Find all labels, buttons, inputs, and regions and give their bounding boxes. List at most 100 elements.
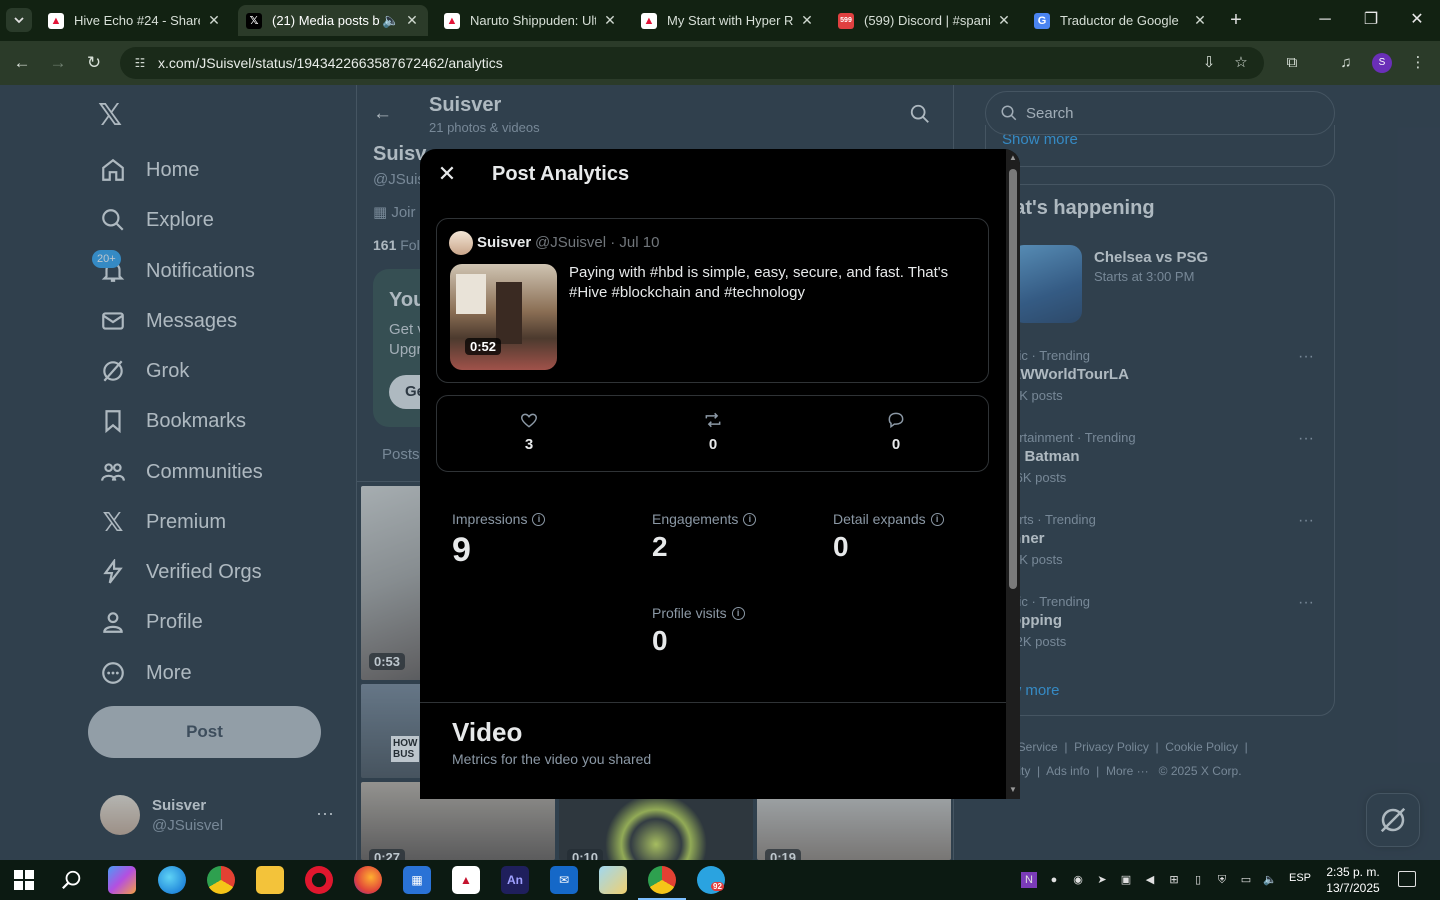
metric-value: 9	[452, 531, 471, 569]
opera-icon[interactable]	[305, 866, 333, 894]
translate-icon: G	[1034, 12, 1050, 29]
file-explorer-icon[interactable]	[256, 866, 284, 894]
outlook-icon[interactable]: ✉	[550, 866, 578, 894]
close-icon[interactable]: ✕	[436, 163, 458, 185]
tab-title: Traductor de Google	[1060, 13, 1179, 28]
close-tab-icon[interactable]: ✕	[1192, 12, 1208, 29]
modal-scrollbar[interactable]: ▲ ▼	[1006, 149, 1020, 799]
tray-app-icon[interactable]: ▣	[1118, 872, 1134, 888]
browser-tab[interactable]: G Traductor de Google ✕	[1026, 5, 1216, 36]
scrollbar-thumb[interactable]	[1009, 169, 1017, 589]
scroll-up-icon[interactable]: ▲	[1009, 153, 1017, 162]
install-app-icon[interactable]: ⇩	[1198, 52, 1220, 74]
info-icon[interactable]: i	[930, 512, 944, 526]
info-icon[interactable]: i	[743, 512, 757, 526]
restore-icon[interactable]: ❐	[1348, 8, 1394, 32]
tab-title: (599) Discord | #spanish	[864, 13, 990, 28]
browser-tab[interactable]: 599 (599) Discord | #spanish ✕	[830, 5, 1020, 36]
address-bar[interactable]: ☷ x.com/JSuisvel/status/1943422663587672…	[120, 47, 1264, 79]
x-icon: 𝕏	[246, 12, 262, 29]
metric-label: Impressions	[452, 511, 528, 527]
edge-icon[interactable]	[158, 866, 186, 894]
usb-icon[interactable]: ▯	[1190, 872, 1206, 888]
notification-center-icon[interactable]	[1398, 871, 1416, 887]
media-control-icon[interactable]: ♫	[1334, 51, 1358, 75]
close-tab-icon[interactable]: ✕	[404, 12, 420, 29]
reposts-count: 0	[708, 436, 718, 453]
reposts-stat: 0	[683, 410, 743, 453]
thumbnail-detail	[456, 274, 486, 314]
browser-tabbar: ▲ Hive Echo #24 - Share y ✕ 𝕏 (21) Media…	[0, 0, 1440, 41]
tray-app-icon[interactable]: ◉	[1070, 872, 1086, 888]
post-author: Suisver	[477, 234, 532, 251]
store-icon[interactable]: ▦	[403, 866, 431, 894]
browser-menu-icon[interactable]: ⋮	[1406, 51, 1430, 75]
info-icon[interactable]: i	[532, 512, 546, 526]
discord-icon: 599	[838, 12, 854, 29]
chrome-icon[interactable]	[207, 866, 235, 894]
telegram-badge: 92	[711, 882, 724, 891]
browser-profile-avatar[interactable]: S	[1372, 53, 1392, 73]
search-icon[interactable]	[58, 866, 86, 894]
system-clock[interactable]: 2:35 p. m. 13/7/2025	[1318, 864, 1388, 896]
input-language[interactable]: ESP	[1289, 872, 1311, 884]
video-section-subtitle: Metrics for the video you shared	[452, 751, 652, 767]
divider	[420, 702, 1006, 703]
browser-tab[interactable]: ▲ Hive Echo #24 - Share y ✕	[40, 5, 230, 36]
browser-tab[interactable]: ▲ My Start with Hyper Rai ✕	[633, 5, 823, 36]
copilot-icon[interactable]	[108, 866, 136, 894]
back-arrow-icon[interactable]: ←	[10, 51, 34, 75]
reply-icon	[888, 412, 904, 429]
forward-arrow-icon[interactable]: →	[46, 51, 70, 75]
network-icon[interactable]: ▭	[1238, 872, 1254, 888]
video-section-title: Video	[452, 717, 523, 747]
browser-tab-active[interactable]: 𝕏 (21) Media posts by 🔈 ✕	[238, 5, 428, 36]
paint-icon[interactable]	[599, 866, 627, 894]
engagement-stats: 3 0 0	[436, 395, 989, 472]
close-tab-icon[interactable]: ✕	[799, 12, 815, 29]
scroll-down-icon[interactable]: ▼	[1009, 785, 1017, 794]
post-text: Paying with #hbd is simple, easy, secure…	[569, 264, 949, 301]
chrome-active-icon[interactable]	[638, 866, 686, 900]
tray-app-icon[interactable]: ●	[1046, 872, 1062, 888]
extensions-icon[interactable]: ⧉	[1280, 51, 1304, 75]
speaker-icon[interactable]: 🔈	[382, 12, 399, 29]
info-icon[interactable]: i	[731, 606, 745, 620]
browser-tab[interactable]: ▲ Naruto Shippuden: Ultir ✕	[436, 5, 626, 36]
site-settings-icon[interactable]: ☷	[132, 55, 148, 71]
close-window-icon[interactable]: ✕	[1394, 8, 1440, 32]
windows-taskbar: ▦ ▲ An ✉ 92 N ● ◉ ➤ ▣ ◀ ⊞ ▯ ⛨ ▭ 🔈 ESP 2:…	[0, 860, 1440, 900]
tab-title: Hive Echo #24 - Share y	[74, 13, 200, 28]
security-icon[interactable]: ⛨	[1214, 872, 1230, 888]
url-text[interactable]: x.com/JSuisvel/status/194342266358767246…	[158, 55, 503, 71]
close-tab-icon[interactable]: ✕	[206, 12, 222, 29]
metric-impressions: Impressions i 9	[452, 511, 546, 570]
browser-toolbar: ← → ↻ ☷ x.com/JSuisvel/status/1943422663…	[0, 41, 1440, 85]
post-video-thumbnail[interactable]: 0:52	[450, 264, 557, 370]
metric-value: 0	[652, 625, 668, 656]
tray-app-icon[interactable]: ◀	[1142, 872, 1158, 888]
hive-icon[interactable]: ▲	[452, 866, 480, 894]
onenote-icon[interactable]: N	[1021, 872, 1037, 888]
clock-date: 13/7/2025	[1326, 881, 1380, 895]
avatar	[449, 231, 473, 255]
new-tab-plus-icon[interactable]: +	[1224, 8, 1248, 32]
animate-icon[interactable]: An	[501, 866, 529, 894]
tab-search-dropdown[interactable]	[6, 8, 32, 32]
telegram-tray-icon[interactable]: ➤	[1094, 872, 1110, 888]
replies-stat: 0	[866, 410, 926, 453]
telegram-icon[interactable]: 92	[697, 866, 725, 894]
metric-label: Profile visits	[652, 605, 727, 621]
hive-icon: ▲	[641, 12, 657, 29]
minimize-icon[interactable]: ─	[1302, 8, 1348, 32]
close-tab-icon[interactable]: ✕	[602, 12, 618, 29]
tab-title: (21) Media posts by	[272, 13, 380, 28]
reload-icon[interactable]: ↻	[82, 51, 106, 75]
firefox-icon[interactable]	[354, 866, 382, 894]
tray-app-icon[interactable]: ⊞	[1166, 872, 1182, 888]
windows-start-icon[interactable]	[10, 866, 38, 894]
volume-icon[interactable]: 🔈	[1262, 872, 1278, 888]
post-preview-card[interactable]: Suisver @JSuisvel · Jul 10 0:52 Paying w…	[436, 218, 989, 383]
bookmark-star-icon[interactable]: ☆	[1230, 52, 1252, 74]
close-tab-icon[interactable]: ✕	[996, 12, 1012, 29]
